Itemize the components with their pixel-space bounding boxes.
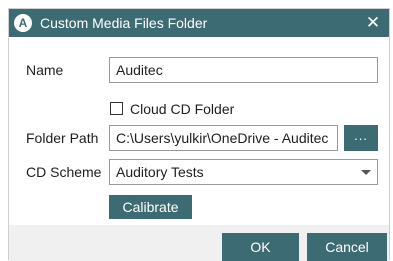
folder-path-label: Folder Path: [26, 130, 99, 146]
close-icon[interactable]: ✕: [363, 13, 383, 33]
name-input[interactable]: Auditec: [109, 57, 378, 83]
app-logo-icon: A: [14, 14, 32, 32]
chevron-down-icon[interactable]: [361, 170, 371, 175]
folder-path-input[interactable]: C:\Users\yulkir\OneDrive - Auditec: [109, 125, 338, 151]
form-panel: Name Auditec Cloud CD Folder Folder Path…: [9, 37, 389, 225]
cloud-cd-folder-checkbox-box[interactable]: [110, 102, 123, 115]
cancel-button[interactable]: Cancel: [307, 233, 387, 261]
custom-media-files-folder-dialog: A Custom Media Files Folder ✕ Name Audit…: [8, 8, 390, 261]
dialog-title: Custom Media Files Folder: [40, 15, 208, 31]
ok-button[interactable]: OK: [222, 233, 299, 261]
cd-scheme-select[interactable]: Auditory Tests: [109, 159, 378, 185]
cd-scheme-value[interactable]: Auditory Tests: [116, 164, 204, 180]
browse-button[interactable]: ...: [344, 125, 378, 151]
calibrate-button[interactable]: Calibrate: [109, 195, 192, 219]
title-bar: A Custom Media Files Folder ✕: [9, 9, 389, 37]
cloud-cd-folder-label[interactable]: Cloud CD Folder: [130, 101, 234, 117]
cd-scheme-label: CD Scheme: [26, 164, 102, 180]
dialog-body: Name Auditec Cloud CD Folder Folder Path…: [9, 37, 389, 261]
name-label: Name: [26, 62, 64, 78]
